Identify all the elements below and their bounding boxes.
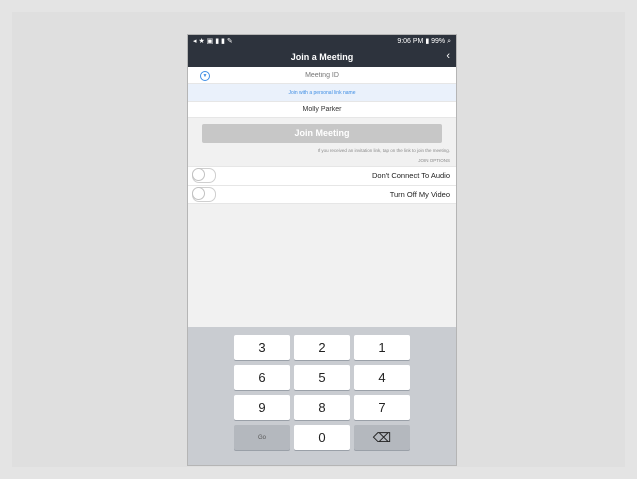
join-options-label: JOIN OPTIONS [418,157,450,163]
key-7[interactable]: 7 [354,395,410,420]
option-video[interactable]: Turn Off My Video [188,184,456,204]
status-bar: ◂ ★ ▣ ▮ ▮ ✎ 9:06 PM ▮ 99% ⌕ [188,35,456,47]
key-0[interactable]: 0 [294,425,350,450]
nav-bar: Join a Meeting ‹ [188,47,456,67]
invite-hint: If you received an invitation link, tap … [317,147,450,153]
phone-screen: ◂ ★ ▣ ▮ ▮ ✎ 9:06 PM ▮ 99% ⌕ Join a Meeti… [187,34,457,466]
history-dropdown-icon[interactable]: ▼ [200,71,210,81]
join-meeting-button[interactable]: Join Meeting [202,123,442,143]
audio-toggle[interactable] [192,168,216,183]
option-audio[interactable]: Don't Connect To Audio [188,165,456,185]
screen-name-input[interactable] [235,105,409,114]
video-toggle[interactable] [192,186,216,202]
back-icon[interactable]: ‹ [446,50,450,62]
option-audio-label: Don't Connect To Audio [371,171,450,180]
key-1[interactable]: 1 [354,335,410,360]
numeric-keypad: 3 2 1 6 5 4 9 8 7 Go 0 ⌫ [188,327,456,465]
key-6[interactable]: 6 [234,365,290,390]
key-4[interactable]: 4 [354,365,410,390]
meeting-id-input[interactable] [235,70,409,80]
key-2[interactable]: 2 [294,335,350,360]
key-8[interactable]: 8 [294,395,350,420]
name-row [188,101,456,118]
backspace-key-icon[interactable]: ⌫ [354,425,410,450]
option-video-label: Turn Off My Video [389,189,450,199]
go-key[interactable]: Go [234,425,290,450]
meeting-id-row: ▼ [188,67,456,84]
key-9[interactable]: 9 [234,395,290,420]
personal-link[interactable]: Join with a personal link name [188,84,456,101]
key-3[interactable]: 3 [234,335,290,360]
join-button-wrap: Join Meeting [188,118,456,147]
status-icons-left: ◂ ★ ▣ ▮ ▮ ✎ [193,38,233,45]
key-5[interactable]: 5 [294,365,350,390]
status-time-battery: 9:06 PM ▮ 99% ⌕ [397,37,451,45]
page-title: Join a Meeting [290,52,354,62]
